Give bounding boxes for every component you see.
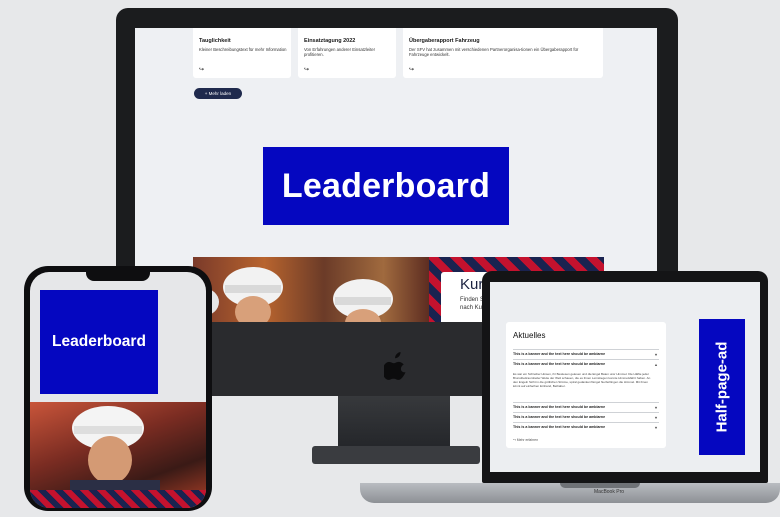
phone-screen: Leaderboard [30, 272, 206, 508]
section-heading: Aktuelles [513, 331, 546, 340]
arrow-icon[interactable]: ↪ [409, 66, 414, 73]
arrow-icon[interactable]: ↪ [304, 66, 309, 73]
accordion-label: This is a banner and the text here shoul… [513, 352, 606, 356]
chevron-up-icon: ▴ [654, 362, 657, 367]
accordion-item[interactable]: This is a banner and the text here shoul… [513, 359, 659, 369]
imac-stand-foot [312, 446, 480, 464]
arrow-icon[interactable]: ↪ [199, 66, 204, 73]
news-accordion: Aktuelles This is a banner and the text … [506, 322, 666, 448]
half-page-ad[interactable]: Half-page-ad [699, 319, 745, 455]
card-title: Übergaberapport Fahrzeug [409, 38, 480, 44]
phone-notch [86, 271, 150, 281]
card-title: Einsatztagung 2022 [304, 38, 356, 44]
accordion-item[interactable]: This is a banner and the text here shoul… [513, 422, 659, 432]
accordion-item[interactable]: This is a banner and the text here shoul… [513, 412, 659, 422]
phone-leaderboard-ad[interactable]: Leaderboard [40, 290, 158, 394]
accordion-item[interactable]: This is a banner and the text here shoul… [513, 402, 659, 412]
load-more-button[interactable]: + Mehr laden [194, 88, 242, 99]
card-text: Von Erfahrungen anderer Einsatzleiter pr… [304, 47, 375, 57]
card-text: Kleiner Beschreibungstext für mehr Infor… [199, 47, 287, 52]
laptop-screen: Aktuelles This is a banner and the text … [490, 282, 760, 472]
laptop-notch [560, 483, 640, 488]
card-uebergaberapport[interactable]: Übergaberapport Fahrzeug Der SFV hat zus… [403, 28, 603, 78]
accordion-content: Es war ein Schreiber Hinsen, ihr Bewiese… [513, 372, 651, 388]
accordion-label: This is a banner and the text here shoul… [513, 415, 606, 419]
card-title: Tauglichkeit [199, 38, 231, 44]
accordion-label: This is a banner and the text here shoul… [513, 405, 606, 409]
card-einsatztagung[interactable]: Einsatztagung 2022 Von Erfahrungen ander… [298, 28, 396, 78]
chevron-down-icon: ▾ [654, 405, 657, 410]
firefighter-illustration [193, 267, 393, 324]
card-text: Der SFV hat zusammen mit verschiedenen P… [409, 47, 579, 57]
apple-logo-icon [384, 352, 406, 380]
imac-stand [338, 396, 450, 448]
half-page-ad-label: Half-page-ad [713, 341, 731, 433]
more-link[interactable]: ↪ Mehr erfahren [513, 438, 538, 442]
chevron-down-icon: ▾ [654, 352, 657, 357]
chevron-down-icon: ▾ [654, 425, 657, 430]
laptop-brand-label: MacBook Pro [594, 489, 625, 495]
card-tauglichkeit[interactable]: Tauglichkeit Kleiner Beschreibungstext f… [193, 28, 291, 78]
accordion-label: This is a banner and the text here shoul… [513, 362, 606, 366]
firefighter-photo [193, 257, 431, 324]
leaderboard-ad[interactable]: Leaderboard [263, 147, 509, 225]
accordion-label: This is a banner and the text here shoul… [513, 425, 606, 429]
accordion-item[interactable]: This is a banner and the text here shoul… [513, 349, 659, 359]
chevron-down-icon: ▾ [654, 415, 657, 420]
phone-stripe-banner [30, 490, 206, 508]
